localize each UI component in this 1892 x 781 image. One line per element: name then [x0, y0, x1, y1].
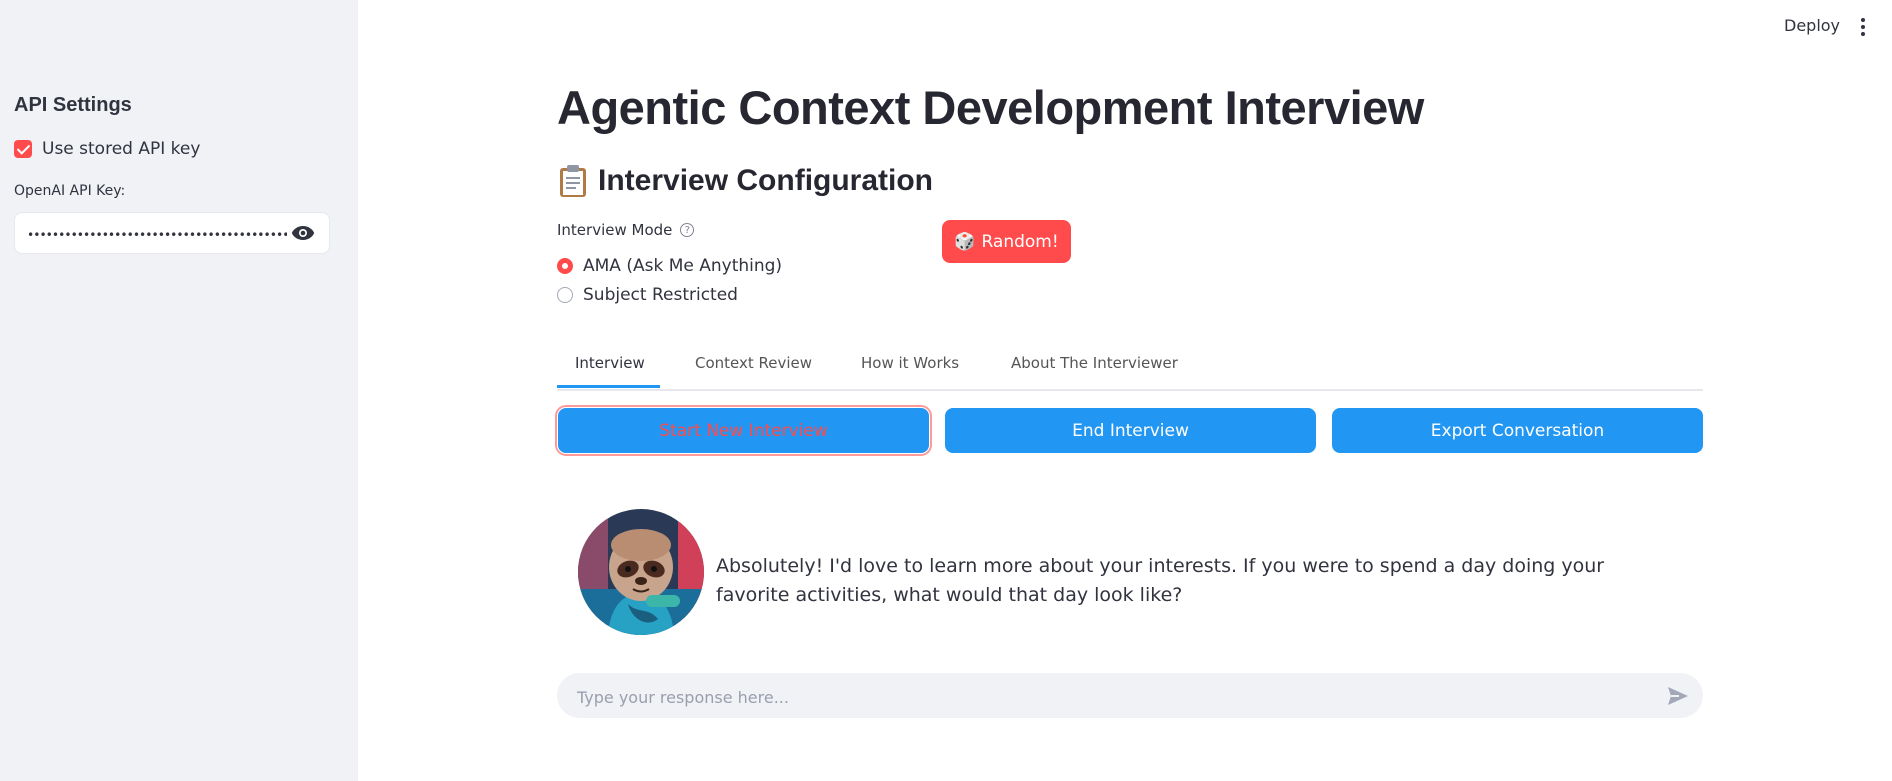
api-key-label: OpenAI API Key:: [14, 183, 126, 199]
radio-ama[interactable]: AMA (Ask Me Anything): [557, 256, 782, 276]
tab-bar: Interview Context Review How it Works Ab…: [557, 346, 1703, 391]
random-button[interactable]: 🎲 Random!: [942, 220, 1071, 263]
tab-how-it-works[interactable]: How it Works: [861, 354, 959, 372]
radio-subject-restricted-indicator[interactable]: [557, 287, 573, 303]
chat-input-container: [557, 673, 1703, 718]
chat-input[interactable]: [575, 683, 1639, 711]
sloth-avatar-image: [578, 509, 704, 635]
active-tab-indicator: [557, 385, 660, 388]
interviewer-message: Absolutely! I'd love to learn more about…: [716, 555, 1605, 606]
api-key-input[interactable]: [25, 222, 289, 248]
interview-mode-label: Interview Mode ?: [557, 221, 695, 239]
section-title-text: Interview Configuration: [598, 164, 934, 197]
eye-icon: [291, 226, 315, 240]
radio-ama-label[interactable]: AMA (Ask Me Anything): [583, 256, 782, 276]
deploy-button[interactable]: Deploy: [1784, 16, 1840, 35]
start-new-interview-button[interactable]: Start New Interview: [555, 405, 932, 456]
export-conversation-button[interactable]: Export Conversation: [1332, 408, 1703, 453]
tab-about-the-interviewer[interactable]: About The Interviewer: [1011, 354, 1178, 372]
random-button-label: Random!: [981, 231, 1059, 252]
use-stored-key-checkbox-row[interactable]: Use stored API key: [14, 139, 200, 159]
end-interview-button[interactable]: End Interview: [945, 408, 1316, 453]
radio-ama-indicator[interactable]: [557, 258, 573, 274]
clipboard-icon: [560, 165, 586, 197]
sidebar: API Settings Use stored API key OpenAI A…: [0, 0, 358, 781]
help-icon[interactable]: ?: [680, 223, 695, 237]
main-menu-icon[interactable]: [1858, 18, 1868, 38]
sidebar-title: API Settings: [14, 94, 132, 116]
interviewer-avatar: [578, 509, 704, 635]
dice-icon: 🎲: [954, 231, 976, 252]
use-stored-key-checkbox[interactable]: [14, 140, 32, 158]
radio-subject-restricted[interactable]: Subject Restricted: [557, 285, 738, 305]
section-title: Interview Configuration: [558, 164, 933, 198]
api-key-field-container: [14, 212, 330, 254]
send-icon[interactable]: [1665, 683, 1691, 709]
page-title: Agentic Context Development Interview: [557, 81, 1424, 134]
use-stored-key-label[interactable]: Use stored API key: [42, 139, 200, 159]
tab-interview[interactable]: Interview: [575, 354, 645, 372]
show-password-button[interactable]: [277, 213, 329, 253]
radio-subject-restricted-label[interactable]: Subject Restricted: [583, 285, 738, 305]
tab-context-review[interactable]: Context Review: [695, 354, 812, 372]
interview-mode-label-text: Interview Mode: [557, 221, 673, 239]
